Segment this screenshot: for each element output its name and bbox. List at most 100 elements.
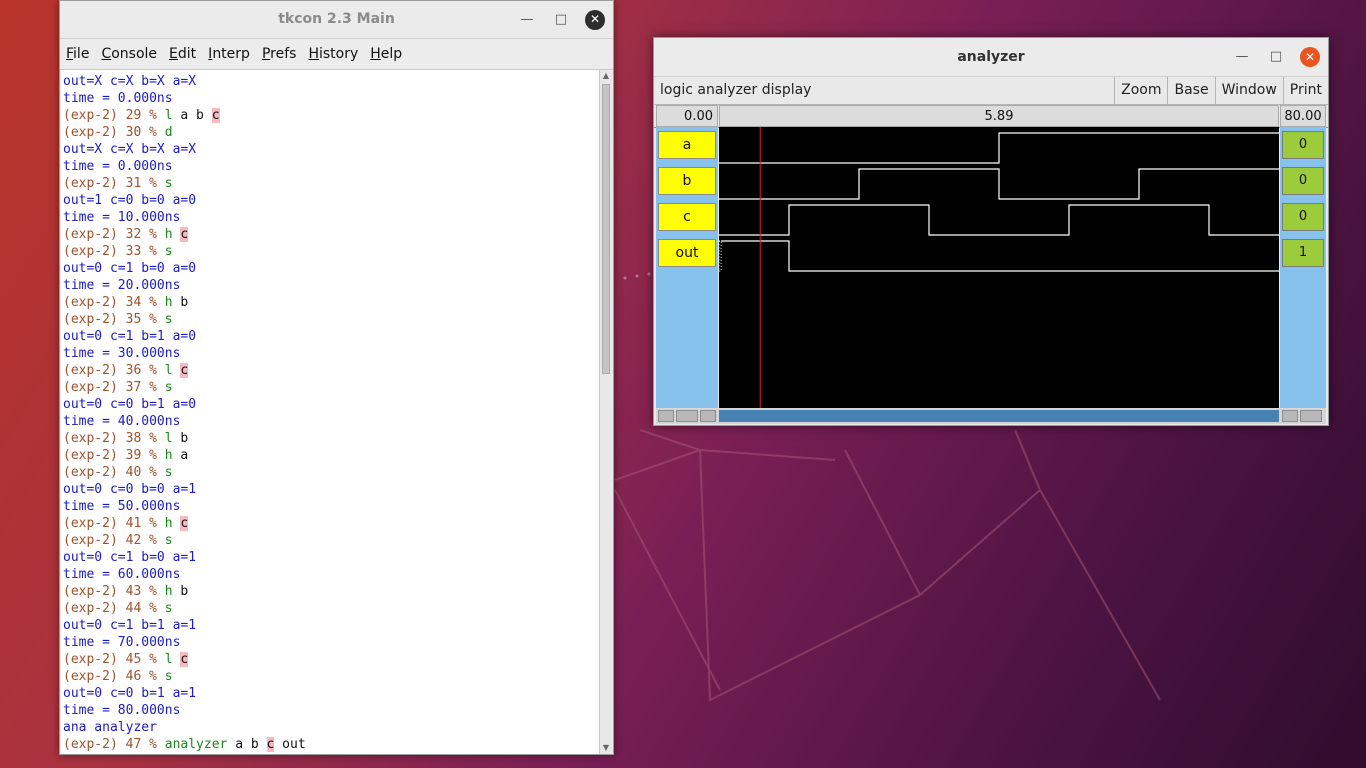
console-text[interactable]: out=X c=X b=X a=X time = 0.000ns (exp-2) 2… — [61, 70, 601, 754]
window-title: tkcon 2.3 Main — [278, 11, 395, 27]
output-text: out=0 c=0 b=1 a=1 — [63, 686, 197, 701]
console-output-line: time = 70.000ns — [63, 634, 601, 651]
output-text: time = 0.000ns — [63, 91, 173, 106]
command-text: h — [164, 584, 173, 599]
console-command-line: (exp-2) 39 % h a — [63, 447, 601, 464]
console-command-line: (exp-2) 37 % s — [63, 379, 601, 396]
highlighted-arg: c — [180, 652, 189, 667]
output-text: time = 60.000ns — [63, 567, 181, 582]
horizontal-scrollbar[interactable] — [656, 408, 1326, 424]
menu-prefs[interactable]: Prefs — [262, 46, 297, 62]
scroll-left-fast-icon[interactable] — [676, 410, 698, 422]
highlighted-arg: c — [180, 516, 189, 531]
highlighted-arg: c — [180, 363, 189, 378]
base-button[interactable]: Base — [1167, 77, 1214, 104]
tkcon-window: tkcon 2.3 Main — □ ✕ File Console Edit I… — [59, 0, 614, 755]
waveform-a — [719, 132, 1279, 164]
waveform-display[interactable] — [718, 127, 1279, 408]
close-icon[interactable]: ✕ — [1300, 46, 1320, 67]
maximize-icon[interactable]: □ — [551, 10, 571, 30]
output-text: time = 20.000ns — [63, 278, 181, 293]
analyzer-titlebar[interactable]: analyzer — □ ✕ — [654, 38, 1328, 77]
prompt-text: (exp-2) 29 % — [63, 108, 165, 123]
command-arg: out — [274, 737, 306, 752]
scrollbar-thumb[interactable] — [602, 84, 610, 374]
output-text: out=0 c=1 b=0 a=1 — [63, 550, 197, 565]
console-command-line: (exp-2) 29 % l a b c — [63, 107, 601, 124]
analyzer-toolbar: logic analyzer display Zoom Base Window … — [654, 77, 1328, 105]
minimize-icon[interactable]: — — [1232, 47, 1252, 67]
console-output-line: out=0 c=0 b=0 a=1 — [63, 481, 601, 498]
output-text: time = 30.000ns — [63, 346, 181, 361]
scroll-right-icon[interactable] — [1282, 410, 1298, 422]
console-scrollbar[interactable]: ▲ ▼ — [599, 70, 612, 754]
console-output-line: out=1 c=0 b=0 a=0 — [63, 192, 601, 209]
console-command-line: (exp-2) 32 % h c — [63, 226, 601, 243]
scroll-home-icon[interactable] — [658, 410, 674, 422]
scroll-down-icon[interactable]: ▼ — [600, 742, 612, 754]
console-command-line: (exp-2) 46 % s — [63, 668, 601, 685]
output-text: time = 0.000ns — [63, 159, 173, 174]
prompt-text: (exp-2) 46 % — [63, 669, 165, 684]
console-command-line: (exp-2) 44 % s — [63, 600, 601, 617]
command-arg — [204, 108, 212, 123]
zoom-button[interactable]: Zoom — [1114, 77, 1167, 104]
prompt-text: (exp-2) 41 % — [63, 516, 165, 531]
prompt-text: (exp-2) 40 % — [63, 465, 165, 480]
value-c: 0 — [1282, 203, 1324, 231]
command-text: l — [164, 363, 173, 378]
signal-button-c[interactable]: c — [658, 203, 716, 231]
maximize-icon[interactable]: □ — [1266, 47, 1286, 67]
output-text: out=0 c=0 b=0 a=1 — [63, 482, 197, 497]
prompt-text: (exp-2) 47 % — [63, 737, 165, 752]
menu-file[interactable]: File — [66, 46, 89, 62]
prompt-text: (exp-2) 43 % — [63, 584, 165, 599]
console-output-line: time = 0.000ns — [63, 90, 601, 107]
command-text: s — [164, 312, 173, 327]
output-text: time = 40.000ns — [63, 414, 181, 429]
waveform-b — [719, 168, 1279, 200]
console-output-line: time = 0.000ns — [63, 158, 601, 175]
command-arg: b — [243, 737, 259, 752]
command-text: s — [164, 601, 173, 616]
prompt-text: (exp-2) 45 % — [63, 652, 165, 667]
console-command-line: (exp-2) 43 % h b — [63, 583, 601, 600]
print-button[interactable]: Print — [1282, 77, 1328, 104]
output-text: out=0 c=1 b=1 a=1 — [63, 618, 197, 633]
signal-button-b[interactable]: b — [658, 167, 716, 195]
console-output-line: out=X c=X b=X a=X — [63, 141, 601, 158]
scale-start: 0.00 — [656, 105, 718, 127]
menu-edit[interactable]: Edit — [169, 46, 196, 62]
signal-button-out[interactable]: out — [658, 239, 716, 267]
scroll-right-fast-icon[interactable] — [1300, 410, 1322, 422]
menu-interp[interactable]: Interp — [208, 46, 250, 62]
scroll-left-icon[interactable] — [700, 410, 716, 422]
output-text: time = 50.000ns — [63, 499, 181, 514]
scroll-up-icon[interactable]: ▲ — [600, 70, 612, 82]
waveform-canvas[interactable] — [718, 127, 1279, 408]
menu-help[interactable]: Help — [370, 46, 402, 62]
console-command-line: (exp-2) 47 % analyzer a b c out — [63, 736, 601, 753]
highlighted-arg: c — [211, 108, 220, 123]
console-output-line: time = 10.000ns — [63, 209, 601, 226]
prompt-text: (exp-2) 38 % — [63, 431, 165, 446]
menu-console[interactable]: Console — [101, 46, 157, 62]
command-text: s — [164, 380, 173, 395]
command-arg: a — [227, 737, 244, 752]
window-button[interactable]: Window — [1214, 77, 1283, 104]
console-output-line: out=0 c=1 b=1 a=0 — [63, 328, 601, 345]
command-text: s — [164, 244, 173, 259]
signal-button-a[interactable]: a — [658, 131, 716, 159]
command-text: l — [164, 652, 173, 667]
menu-history[interactable]: History — [308, 46, 358, 62]
minimize-icon[interactable]: — — [517, 10, 537, 30]
console-output-line: time = 40.000ns — [63, 413, 601, 430]
command-arg: b — [172, 431, 189, 446]
waveform-c — [719, 204, 1279, 236]
prompt-text: (exp-2) 37 % — [63, 380, 165, 395]
value-a: 0 — [1282, 131, 1324, 159]
close-icon[interactable]: ✕ — [585, 9, 605, 30]
console-output-line: time = 30.000ns — [63, 345, 601, 362]
scroll-track[interactable] — [719, 410, 1279, 422]
tkcon-titlebar[interactable]: tkcon 2.3 Main — □ ✕ — [60, 1, 613, 39]
